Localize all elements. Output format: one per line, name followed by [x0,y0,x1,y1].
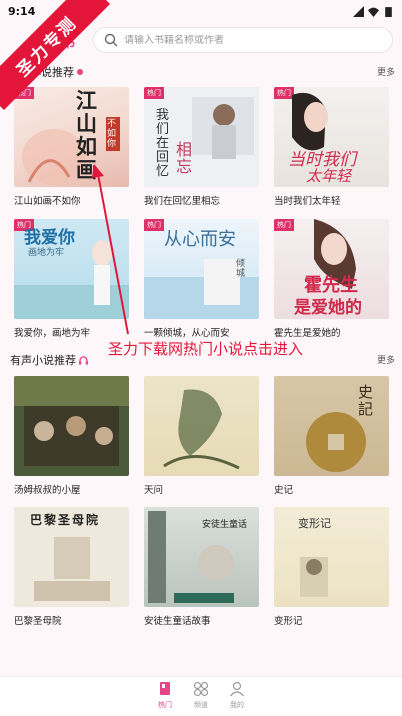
cover-title: 变形记 [298,517,331,530]
book-cover[interactable]: 热门 霍先生 是爱她的 [274,219,389,319]
audiobook-card[interactable]: 汤姆叔叔的小屋 [14,376,129,496]
audiobook-card[interactable]: 变形记 变形记 [274,507,389,627]
book-title: 安徒生童话故事 [144,616,211,627]
nav-label: 热门 [158,701,172,709]
headphones-icon [79,355,88,365]
cover-title: 我们在回忆 [156,108,170,179]
cover-subtitle: 画地为牢 [28,248,65,258]
cover-subtitle: 倾城 [236,259,246,279]
user-icon [230,681,244,697]
status-icons [353,5,394,17]
audiobook-card[interactable]: 天问 [144,376,259,496]
cover-subtitle: 是爱她的 [294,298,362,318]
bottom-nav: 热门 频道 我的 [0,676,402,716]
annotation-text: 圣力下载网热门小说点击进入 [108,340,304,358]
book-cover[interactable]: 热门 江山如画 不如你 [14,87,129,187]
signal-icon [353,5,364,17]
cover-title: 江山如画 [76,88,97,182]
cover-title: 巴黎圣母院 [30,513,101,527]
book-cover[interactable] [14,376,129,476]
grid-icon [193,681,209,697]
cover-subtitle: 太年轻 [306,167,352,185]
nav-item-mine[interactable]: 我的 [219,681,255,710]
cover-art [14,376,129,466]
battery-icon [385,6,392,17]
book-cover[interactable]: 安徒生童话 [144,507,259,607]
book-title: 史记 [274,485,294,496]
cover-title: 史記 [358,383,374,418]
cover-title: 安徒生童话 [202,520,248,530]
cover-subtitle: 不如你 [106,117,120,151]
status-time: 9:14 [8,4,36,18]
audio-more-link[interactable]: 更多 [377,353,395,366]
cover-title: 从心而安 [164,229,236,250]
novel-card[interactable]: 热门 当时我们 太年轻 当时我们太年轻 [274,87,389,207]
nav-item-hot[interactable]: 热门 [147,681,183,710]
audiobook-card[interactable]: 安徒生童话 安徒生童话故事 [144,507,259,627]
book-title: 我爱你，画地为牢 [14,328,91,339]
search-input[interactable] [124,34,374,46]
book-cover[interactable]: 热门 当时我们 太年轻 [274,87,389,187]
nav-label: 频道 [194,701,208,709]
book-title: 汤姆叔叔的小屋 [14,485,81,496]
section-dot-icon [77,69,83,75]
book-title: 当时我们太年轻 [274,196,341,207]
book-title: 江山如画不如你 [14,196,81,207]
book-title: 我们在回忆里相忘 [144,196,221,207]
book-cover[interactable]: 巴黎圣母院 [14,507,129,607]
book-cover[interactable]: 史記 [274,376,389,476]
novel-card[interactable]: 热门 从心而安 倾城 一颗倾城，从心而安 [144,219,259,339]
search-icon [104,33,118,47]
novel-card[interactable]: 热门 江山如画 不如你 江山如画不如你 [14,87,129,207]
cover-art [163,389,240,470]
audiobook-card[interactable]: 巴黎圣母院 巴黎圣母院 [14,507,129,627]
novel-card[interactable]: 热门 我爱你 画地为牢 我爱你，画地为牢 [14,219,129,339]
book-cover[interactable]: 热门 从心而安 倾城 [144,219,259,319]
novels-more-link[interactable]: 更多 [377,65,395,78]
book-title: 天问 [144,485,164,496]
cover-art [300,557,328,597]
book-cover[interactable]: 热门 我爱你 画地为牢 [14,219,129,319]
cover-subtitle: 相忘 [176,140,193,176]
book-icon [160,682,170,695]
section-audio-label: 有声小说推荐 [10,354,76,367]
book-cover[interactable]: 热门 我们在回忆 相忘 [144,87,259,187]
wifi-icon [368,7,379,17]
nav-label: 我的 [230,701,244,709]
nav-item-channel[interactable]: 频道 [183,681,219,710]
audiobook-card[interactable]: 史記 史记 [274,376,389,496]
book-title: 变形记 [274,616,303,627]
book-title: 巴黎圣母院 [14,616,62,627]
section-audio-title: 有声小说推荐 [10,352,88,368]
book-cover[interactable] [144,376,259,476]
search-box[interactable] [93,27,393,53]
novel-card[interactable]: 热门 我们在回忆 相忘 我们在回忆里相忘 [144,87,259,207]
book-title: 霍先生是爱她的 [274,328,341,339]
novel-card[interactable]: 热门 霍先生 是爱她的 霍先生是爱她的 [274,219,389,339]
book-cover[interactable]: 变形记 [274,507,389,607]
book-title: 一颗倾城，从心而安 [144,328,230,339]
